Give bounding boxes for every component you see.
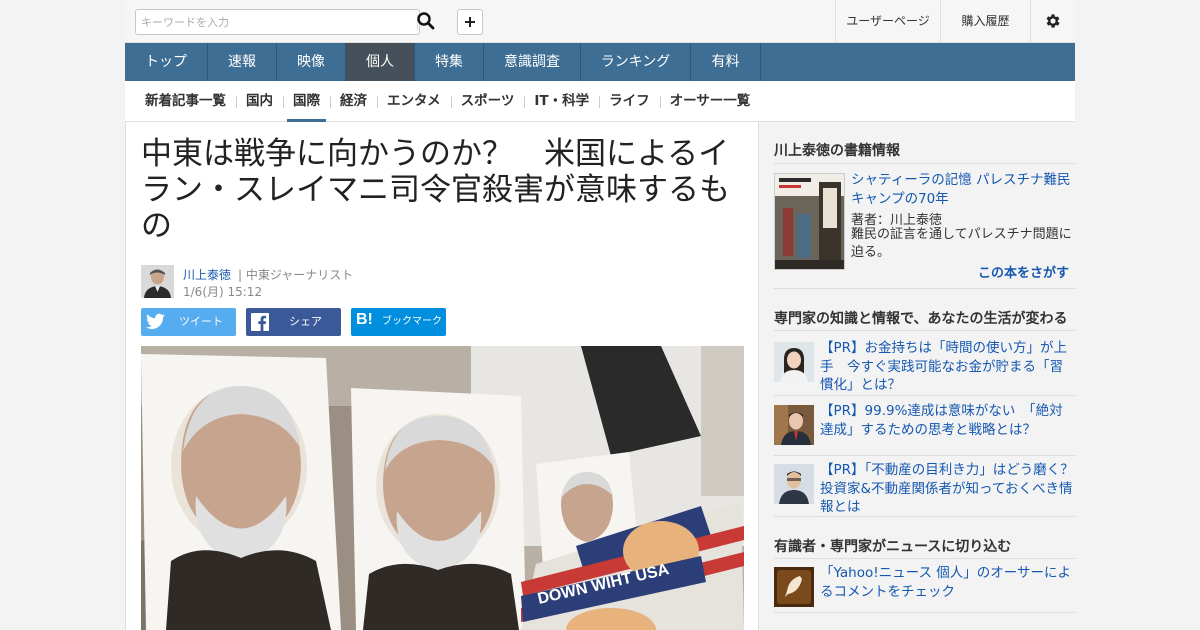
sub-nav: 新着記事一覧 国内 国際 経済 エンタメ スポーツ IT・科学 ライフ オーサー… — [125, 81, 1075, 122]
divider — [774, 163, 1075, 164]
subnav-domestic[interactable]: 国内 — [236, 81, 283, 122]
subnav-authors[interactable]: オーサー一覧 — [659, 81, 761, 122]
subnav-international[interactable]: 国際 — [283, 81, 330, 122]
facebook-share-button[interactable]: シェア — [246, 308, 341, 336]
pr-section-title: 専門家の知識と情報で、あなたの生活が変わる — [774, 311, 1068, 327]
pr-item[interactable]: 【PR】「不動産の目利き力」はどう磨く？ 投資家&不動産関係者が知っておくべき情… — [774, 462, 1088, 516]
user-page-link[interactable]: ユーザーページ — [835, 0, 940, 43]
top-bar: ユーザーページ 購入履歴 — [125, 0, 1075, 43]
divider — [774, 558, 1075, 559]
book-section-title: 川上泰徳の書籍情報 — [774, 143, 900, 159]
search-button[interactable] — [416, 11, 438, 33]
author-name[interactable]: 川上泰徳 — [183, 266, 231, 283]
pr-thumbnail — [774, 405, 814, 445]
nav-ranking[interactable]: ランキング — [581, 43, 691, 81]
article: 中東は戦争に向かうのか？ 米国によるイラン・スレイマニ司令官殺害が意味するもの … — [125, 122, 759, 630]
book-cover[interactable] — [774, 173, 845, 270]
expert-item-text: 「Yahoo!ニュース 個人」のオーサーによるコメントをチェック — [820, 565, 1071, 600]
pr-thumbnail — [774, 342, 814, 382]
expert-thumbnail — [774, 567, 814, 607]
book-title-link[interactable]: シャティーラの記憶 パレスチナ難民キャンプの70年 — [851, 171, 1073, 209]
search-icon — [417, 12, 435, 30]
article-hero-image: DOWN WIHT USA — [141, 346, 744, 630]
purchase-history-link[interactable]: 購入履歴 — [940, 0, 1030, 43]
settings-button[interactable] — [1030, 0, 1075, 43]
gear-icon — [1046, 14, 1060, 28]
divider — [774, 330, 1075, 331]
subnav-life[interactable]: ライフ — [599, 81, 660, 122]
tweet-label: ツイート — [179, 315, 223, 328]
pr-thumbnail — [774, 464, 814, 504]
twitter-icon — [146, 313, 165, 329]
sidebar: 川上泰徳の書籍情報 シャティーラの記憶 パレスチナ難民キャンプの70年 著者：川… — [758, 122, 1088, 630]
divider — [774, 516, 1075, 517]
subnav-it-science[interactable]: IT・科学 — [524, 81, 599, 122]
author-avatar[interactable] — [141, 265, 174, 298]
publish-date: 1/6(月) 15:12 — [183, 285, 263, 299]
nav-top[interactable]: トップ — [125, 43, 208, 81]
nav-breaking[interactable]: 速報 — [208, 43, 277, 81]
nav-survey[interactable]: 意識調査 — [484, 43, 581, 81]
facebook-share-label: シェア — [289, 315, 322, 328]
pr-item-text: 【PR】お金持ちは「時間の使い方」が上手 今すぐ実践可能なお金が貯まる「習慣化」… — [820, 340, 1068, 393]
nav-feature[interactable]: 特集 — [415, 43, 484, 81]
pr-item-text: 【PR】99.9%達成は意味がない 「絶対達成」するための思考と戦略とは？ — [820, 403, 1063, 438]
divider — [774, 455, 1075, 456]
subnav-entertainment[interactable]: エンタメ — [377, 81, 451, 122]
facebook-icon — [251, 313, 269, 331]
author-role: | 中東ジャーナリスト — [238, 268, 354, 282]
search-input[interactable] — [136, 10, 416, 34]
book-description: 難民の証言を通してパレスチナ問題に迫る。 — [851, 227, 1072, 260]
hatena-bookmark-icon: B! — [356, 311, 373, 328]
find-book-link[interactable]: この本をさがす — [978, 262, 1069, 281]
pr-item[interactable]: 【PR】お金持ちは「時間の使い方」が上手 今すぐ実践可能なお金が貯まる「習慣化」… — [774, 340, 1075, 394]
nav-individual[interactable]: 個人 — [346, 43, 415, 81]
divider — [774, 395, 1075, 396]
expert-section-title: 有識者・専門家がニュースに切り込む — [774, 539, 1012, 555]
subnav-sports[interactable]: スポーツ — [450, 81, 525, 122]
subnav-latest[interactable]: 新着記事一覧 — [135, 81, 236, 122]
main-nav: トップ 速報 映像 個人 特集 意識調査 ランキング 有料 — [125, 43, 1075, 81]
tweet-button[interactable]: ツイート — [141, 308, 236, 336]
divider — [774, 612, 1075, 613]
article-title: 中東は戦争に向かうのか？ 米国によるイラン・スレイマニ司令官殺害が意味するもの — [141, 136, 730, 244]
hatena-bookmark-label: ブックマーク — [382, 316, 442, 327]
pr-item-text: 【PR】「不動産の目利き力」はどう磨く？ 投資家&不動産関係者が知っておくべき情… — [820, 462, 1088, 515]
pr-item[interactable]: 【PR】99.9%達成は意味がない 「絶対達成」するための思考と戦略とは？ — [774, 403, 1075, 457]
hatena-bookmark-button[interactable]: B! ブックマーク — [351, 308, 446, 336]
divider — [774, 288, 1075, 289]
subnav-economy[interactable]: 経済 — [330, 81, 377, 122]
search-box — [135, 9, 420, 35]
add-button[interactable] — [457, 9, 483, 35]
nav-paid[interactable]: 有料 — [691, 43, 761, 81]
nav-video[interactable]: 映像 — [277, 43, 346, 81]
